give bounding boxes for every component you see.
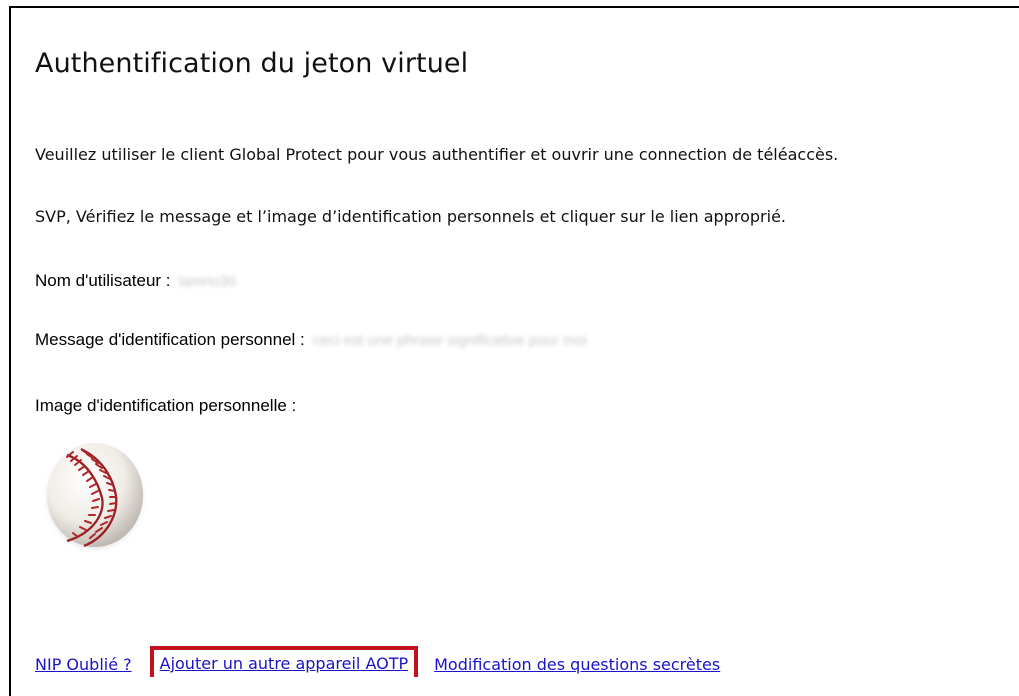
- page-title: Authentification du jeton virtuel: [35, 48, 469, 79]
- instruction-text-1: Veuillez utiliser le client Global Prote…: [35, 145, 839, 164]
- forgot-pin-link[interactable]: NIP Oublié ?: [35, 655, 132, 674]
- username-value: lamrio30: [178, 272, 237, 290]
- modify-secret-questions-link[interactable]: Modification des questions secrètes: [434, 655, 720, 674]
- add-aotp-device-link[interactable]: Ajouter un autre appareil AOTP: [149, 646, 419, 677]
- footer-links: NIP Oublié ? Ajouter un autre appareil A…: [35, 646, 720, 677]
- username-label: Nom d'utilisateur :: [35, 271, 171, 290]
- personal-message-label: Message d'identification personnel :: [35, 330, 305, 349]
- personal-message-value: ceci est une phrase significative pour m…: [312, 331, 588, 349]
- personal-image-row: Image d'identification personnelle :: [35, 396, 296, 416]
- instruction-text-2: SVP, Vérifiez le message et l’image d’id…: [35, 207, 786, 226]
- personal-message-row: Message d'identification personnel : cec…: [35, 330, 587, 350]
- content-frame: [9, 6, 1019, 696]
- personal-image-label: Image d'identification personnelle :: [35, 396, 297, 415]
- username-row: Nom d'utilisateur : lamrio30: [35, 271, 236, 291]
- baseball-image: [47, 443, 143, 548]
